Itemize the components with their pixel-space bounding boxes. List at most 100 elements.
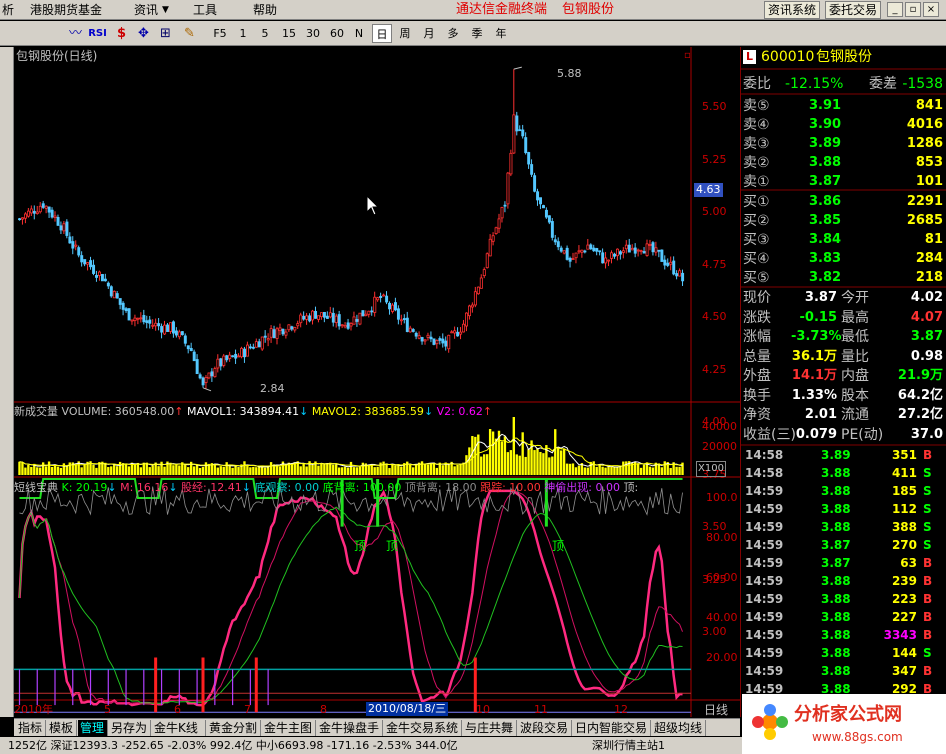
volume-bar xyxy=(346,467,350,475)
volume-bar xyxy=(107,467,110,475)
quote-panel: L 600010 包钢股份 委比 -12.15% 委差 -1538 卖⑤ 3.91… xyxy=(740,47,946,717)
formula-tab[interactable]: 金牛交易系统 xyxy=(384,720,462,736)
volume-bar xyxy=(24,467,27,475)
candle-body xyxy=(509,152,513,175)
candle-body xyxy=(269,328,273,338)
candle-body xyxy=(169,322,173,332)
menu-item-hk-futures[interactable]: 港股期货基金 xyxy=(30,1,102,19)
line-chart-icon[interactable]: 〰 xyxy=(66,24,85,43)
volume-bar xyxy=(574,467,578,475)
volume-bar xyxy=(80,467,83,475)
candle-body xyxy=(512,114,516,154)
volume-bar xyxy=(332,464,335,475)
toolbar-5min[interactable]: 5 xyxy=(258,24,272,43)
candle-body xyxy=(616,248,619,257)
minimize-icon[interactable]: _ xyxy=(887,2,903,17)
candle-body xyxy=(485,253,489,269)
formula-tab[interactable]: 金牛操盘手 xyxy=(317,720,383,736)
volume-bar xyxy=(59,467,63,475)
axis-label-6: 6 xyxy=(174,703,181,716)
volume-bar xyxy=(225,462,228,475)
formula-tab[interactable]: 黄金分割 xyxy=(207,720,261,736)
candle-body xyxy=(642,251,646,254)
restore-icon[interactable]: ▫ xyxy=(905,2,921,17)
zoom-icon[interactable]: ⊞ xyxy=(156,24,175,43)
formula-tab[interactable]: 管理 xyxy=(78,720,108,736)
toolbar-weekly[interactable]: 周 xyxy=(396,24,414,43)
volume-bar xyxy=(358,466,362,475)
close-icon[interactable]: × xyxy=(923,2,939,17)
gj-value: 股经: 12.41 xyxy=(181,481,242,494)
formula-tab[interactable]: 波段交易 xyxy=(518,720,572,736)
top-mark-2: 顶 xyxy=(386,539,399,553)
toolbar-30min[interactable]: 30 xyxy=(304,24,322,43)
pencil-icon[interactable]: ✎ xyxy=(180,24,199,43)
candle-body xyxy=(417,335,421,339)
candle-body xyxy=(127,308,131,321)
menu-item-info[interactable]: 资讯 xyxy=(134,1,158,19)
toolbar-quarter[interactable]: 季 xyxy=(468,24,486,43)
volume-bar xyxy=(329,462,332,475)
candle-body xyxy=(29,208,33,214)
candle-body xyxy=(479,277,483,289)
axis-label-8: 8 xyxy=(320,703,327,716)
toolbar-15min[interactable]: 15 xyxy=(280,24,298,43)
candle-body xyxy=(50,209,54,218)
formula-tab[interactable]: 模板 xyxy=(47,720,77,736)
candle-body xyxy=(488,238,492,257)
menu-item-help[interactable]: 帮助 xyxy=(253,1,277,19)
volume-bar xyxy=(195,464,199,475)
candle-body xyxy=(654,247,658,253)
toolbar-60min[interactable]: 60 xyxy=(328,24,346,43)
menu-item-analysis[interactable]: 析 xyxy=(2,1,14,19)
candle-body xyxy=(68,236,72,244)
volume-bar xyxy=(648,466,652,475)
toolbar-monthly[interactable]: 月 xyxy=(420,24,438,43)
candle-body xyxy=(521,129,525,137)
formula-tab[interactable]: 超级均线 xyxy=(652,720,706,736)
candle-body xyxy=(660,249,664,262)
toolbar-1min[interactable]: 1 xyxy=(236,24,250,43)
toolbar-daily[interactable]: 日 xyxy=(372,24,392,43)
volume-bar xyxy=(249,467,252,475)
volume-bar xyxy=(503,436,507,475)
formula-tab[interactable]: 金牛主图 xyxy=(262,720,316,736)
candle-body xyxy=(565,247,569,260)
menu-item-tools[interactable]: 工具 xyxy=(193,1,217,19)
dollar-icon[interactable]: $ xyxy=(112,24,131,43)
candle-body xyxy=(675,273,679,277)
volume-bar xyxy=(409,464,412,475)
chart-area[interactable]: 包钢股份(日线) ▫ 5.88 2.84 4.63 5.50 5.25 5.00 4.… xyxy=(14,47,740,717)
rsi-icon[interactable]: RSI xyxy=(88,24,107,43)
candle-body xyxy=(633,247,637,254)
volume-bar xyxy=(554,429,557,475)
toolbar-n[interactable]: N xyxy=(352,24,366,43)
volume-bar xyxy=(127,466,131,475)
candle-body xyxy=(438,338,442,341)
candle-body xyxy=(166,324,170,332)
toolbar-year[interactable]: 年 xyxy=(492,24,510,43)
candle-body xyxy=(441,338,445,344)
formula-tab[interactable]: 另存为 xyxy=(109,720,151,736)
formula-tab[interactable]: 与庄共舞 xyxy=(463,720,517,736)
formula-tab[interactable]: 日内智能交易 xyxy=(573,720,651,736)
candle-body xyxy=(618,251,622,255)
formula-tab[interactable]: 指标 xyxy=(16,720,46,736)
info-system-button[interactable]: 资讯系统 xyxy=(764,1,821,19)
candle-body xyxy=(207,372,211,379)
toolbar-multi[interactable]: 多 xyxy=(444,24,462,43)
toolbar-f5[interactable]: F5 xyxy=(210,24,230,43)
trade-button[interactable]: 委托交易 xyxy=(825,1,882,19)
formula-tab[interactable]: 金牛K线 xyxy=(152,720,206,736)
candle-body xyxy=(71,241,75,249)
ind-tick-80: 80.00 xyxy=(706,531,738,544)
candle-body xyxy=(376,297,380,301)
volume-bar xyxy=(337,467,341,475)
candle-body xyxy=(62,223,66,232)
status-text: 1252亿 深证12393.3 -252.65 -2.03% 992.4亿 中小… xyxy=(8,739,458,752)
volume-bar xyxy=(601,466,604,475)
move-icon[interactable]: ✥ xyxy=(134,24,153,43)
volume-bar xyxy=(536,448,539,475)
candle-body xyxy=(115,293,119,299)
candle-body xyxy=(260,336,264,350)
